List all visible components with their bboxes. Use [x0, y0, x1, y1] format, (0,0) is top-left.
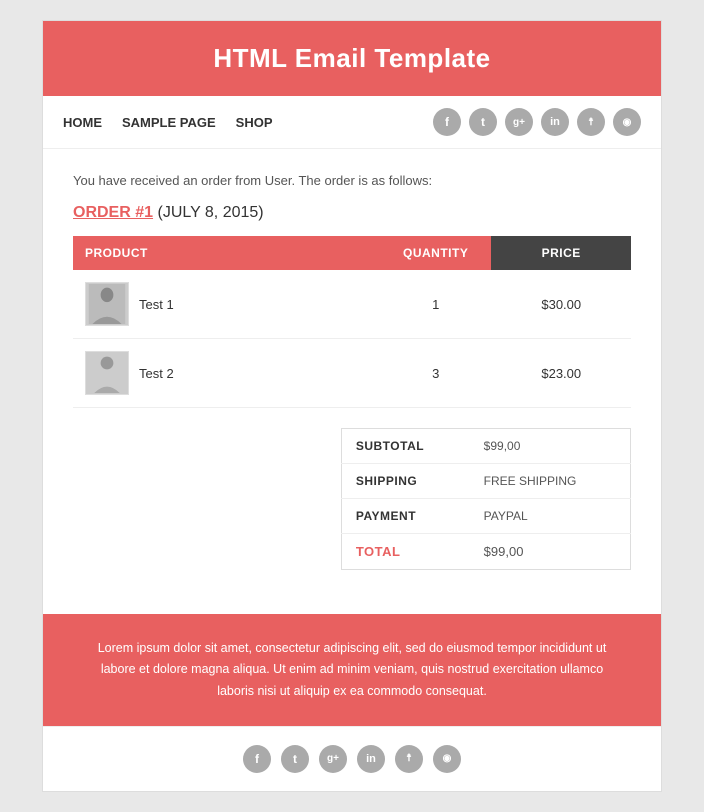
summary-row-payment: PAYMENT PAYPAL — [341, 499, 630, 534]
total-value: $99,00 — [470, 534, 631, 570]
linkedin-icon-footer[interactable]: in — [357, 745, 385, 773]
qty-cell-2: 3 — [380, 339, 492, 408]
col-product: PRODUCT — [73, 236, 380, 270]
footer-text-section: Lorem ipsum dolor sit amet, consectetur … — [43, 614, 661, 726]
order-link[interactable]: ORDER #1 — [73, 204, 153, 221]
facebook-icon-footer[interactable]: f — [243, 745, 271, 773]
nav-links: HOME SAMPLE PAGE SHOP — [63, 115, 273, 130]
email-header: HTML Email Template — [43, 21, 661, 96]
table-row: Test 2 3 $23.00 — [73, 339, 631, 408]
nav-sample-page[interactable]: SAMPLE PAGE — [122, 115, 216, 130]
summary-row-subtotal: SUBTOTAL $99,00 — [341, 429, 630, 464]
order-title: ORDER #1 (JULY 8, 2015) — [73, 204, 631, 222]
twitter-icon[interactable]: t — [469, 108, 497, 136]
product-name-2: Test 2 — [139, 366, 174, 381]
nav-shop[interactable]: SHOP — [236, 115, 273, 130]
order-date: (JULY 8, 2015) — [157, 204, 263, 221]
shipping-value: FREE SHIPPING — [470, 464, 631, 499]
intro-text: You have received an order from User. Th… — [73, 173, 631, 188]
summary-table: SUBTOTAL $99,00 SHIPPING FREE SHIPPING P… — [341, 428, 631, 570]
footer-social-icons: f t g+ in ☨ ◉ — [63, 745, 641, 773]
product-cell-2: Test 2 — [73, 339, 380, 408]
email-wrapper: HTML Email Template HOME SAMPLE PAGE SHO… — [42, 20, 662, 792]
subtotal-value: $99,00 — [470, 429, 631, 464]
payment-value: PAYPAL — [470, 499, 631, 534]
price-cell-1: $30.00 — [491, 270, 631, 339]
footer-social-section: f t g+ in ☨ ◉ — [43, 726, 661, 791]
google-plus-icon[interactable]: g+ — [505, 108, 533, 136]
order-table: PRODUCT QUANTITY PRICE — [73, 236, 631, 408]
table-row: Test 1 1 $30.00 — [73, 270, 631, 339]
product-cell-1: Test 1 — [73, 270, 380, 339]
nav-home[interactable]: HOME — [63, 115, 102, 130]
facebook-icon[interactable]: f — [433, 108, 461, 136]
email-body: You have received an order from User. Th… — [43, 149, 661, 614]
flickr-icon[interactable]: ◉ — [613, 108, 641, 136]
shipping-label: SHIPPING — [341, 464, 469, 499]
product-thumb-1 — [85, 282, 129, 326]
price-cell-2: $23.00 — [491, 339, 631, 408]
header-title: HTML Email Template — [63, 43, 641, 74]
google-plus-icon-footer[interactable]: g+ — [319, 745, 347, 773]
total-label: TOTAL — [341, 534, 469, 570]
summary-row-total: TOTAL $99,00 — [341, 534, 630, 570]
col-quantity: QUANTITY — [380, 236, 492, 270]
nav-social: f t g+ in ☨ ◉ — [433, 108, 641, 136]
email-nav: HOME SAMPLE PAGE SHOP f t g+ in ☨ ◉ — [43, 96, 661, 149]
instagram-icon-footer[interactable]: ☨ — [395, 745, 423, 773]
product-name-1: Test 1 — [139, 297, 174, 312]
footer-text: Lorem ipsum dolor sit amet, consectetur … — [83, 638, 621, 702]
twitter-icon-footer[interactable]: t — [281, 745, 309, 773]
qty-cell-1: 1 — [380, 270, 492, 339]
flickr-icon-footer[interactable]: ◉ — [433, 745, 461, 773]
subtotal-label: SUBTOTAL — [341, 429, 469, 464]
summary-container: SUBTOTAL $99,00 SHIPPING FREE SHIPPING P… — [73, 428, 631, 570]
col-price: PRICE — [491, 236, 631, 270]
payment-label: PAYMENT — [341, 499, 469, 534]
linkedin-icon[interactable]: in — [541, 108, 569, 136]
summary-row-shipping: SHIPPING FREE SHIPPING — [341, 464, 630, 499]
product-thumb-2 — [85, 351, 129, 395]
instagram-icon[interactable]: ☨ — [577, 108, 605, 136]
